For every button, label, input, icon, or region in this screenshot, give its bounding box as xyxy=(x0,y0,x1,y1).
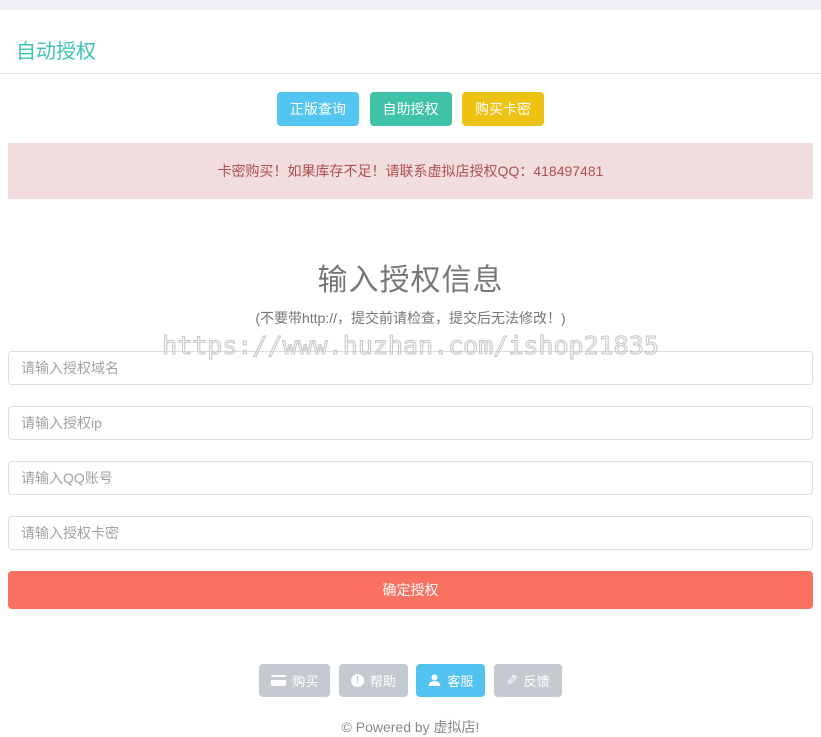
genuine-query-button[interactable]: 正版查询 xyxy=(277,92,360,126)
qq-account-input[interactable] xyxy=(8,461,813,495)
feedback-button-label: 反馈 xyxy=(523,674,550,689)
credit-card-icon xyxy=(271,675,287,686)
alert-text: 卡密购买！如果库存不足！请联系虚拟店授权QQ：418497481 xyxy=(217,163,604,179)
card-key-input[interactable] xyxy=(8,516,813,550)
feedback-button[interactable]: 反馈 xyxy=(493,664,562,697)
buy-button-label: 购买 xyxy=(292,674,319,689)
self-authorize-button[interactable]: 自助授权 xyxy=(369,92,452,126)
user-icon xyxy=(428,674,441,687)
form-subtitle: (不要带http://，提交前请检查，提交后无法修改！) xyxy=(255,310,566,326)
top-accent-bar xyxy=(0,0,821,10)
help-button-label: 帮助 xyxy=(369,674,396,689)
alert-banner: 卡密购买！如果库存不足！请联系虚拟店授权QQ：418497481 xyxy=(8,143,813,199)
customer-service-button[interactable]: 客服 xyxy=(416,664,486,697)
pencil-icon xyxy=(506,674,518,687)
buy-button[interactable]: 购买 xyxy=(259,664,331,697)
nav-button-row: 正版查询 自助授权 购买卡密 xyxy=(0,92,821,126)
ip-input[interactable] xyxy=(8,406,813,440)
page-header: 自动授权 xyxy=(0,10,821,74)
help-button[interactable]: 帮助 xyxy=(338,664,408,697)
domain-input[interactable] xyxy=(8,351,813,385)
footer-copyright: © Powered by 虚拟店! xyxy=(341,719,480,735)
confirm-authorize-button[interactable]: 确定授权 xyxy=(8,571,813,609)
footer-button-row: 购买 帮助 客服 反馈 xyxy=(0,664,821,697)
authorization-form: 确定授权 xyxy=(0,351,821,609)
buy-card-key-button[interactable]: 购买卡密 xyxy=(461,92,544,126)
customer-service-button-label: 客服 xyxy=(447,674,474,689)
form-title: 输入授权信息 xyxy=(317,264,504,297)
form-heading: 输入授权信息 (不要带http://，提交前请检查，提交后无法修改！) xyxy=(0,255,821,328)
info-circle-icon xyxy=(350,674,364,687)
page-title: 自动授权 xyxy=(16,41,96,63)
